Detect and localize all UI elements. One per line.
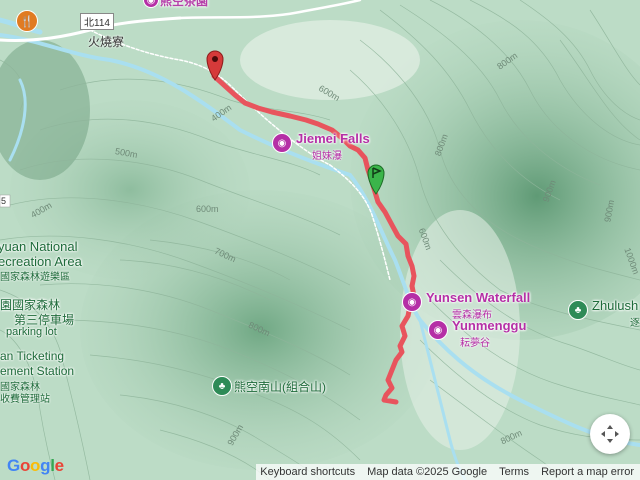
parking-label-en: parking lot — [6, 326, 57, 338]
park-label-zhulush[interactable]: Zhulush — [592, 298, 638, 313]
park-label-line2: ecreation Area — [0, 254, 82, 269]
ticketing-label2: ement Station — [0, 364, 75, 378]
park-label-line1[interactable]: yuan National — [0, 239, 78, 254]
fork-knife-icon[interactable]: 🍴 — [16, 10, 38, 32]
ticketing-label1[interactable]: an Ticketing — [0, 349, 64, 363]
road-shield-bei114: 北114 — [80, 13, 114, 30]
terms-link[interactable]: Terms — [499, 466, 529, 478]
poi-sublabel-jiemei: 姐妹瀑 — [312, 151, 342, 162]
fullscreen-button[interactable] — [590, 414, 630, 454]
google-logo: Google — [7, 456, 64, 475]
report-map-error-link[interactable]: Report a map error — [541, 466, 634, 478]
camera-icon[interactable]: ◉ — [428, 320, 448, 340]
poi-label-top-cut: 熊空茶園 — [160, 0, 209, 8]
ticketing-label4: 收費管理站 — [0, 394, 50, 405]
park-sublabel-zhulush: 逐 — [630, 318, 640, 329]
peak-label[interactable]: 熊空南山(組合山) — [234, 378, 326, 395]
road-edge-label: 5 — [1, 196, 7, 206]
poi-label-jiemei[interactable]: Jiemei Falls — [296, 131, 370, 146]
poi-label-yunmenggu[interactable]: Yunmenggu — [452, 318, 526, 333]
poi-label-yunsen[interactable]: Yunsen Waterfall — [426, 290, 530, 305]
camera-icon[interactable]: ◉ — [272, 133, 292, 153]
elevation-label: 600m — [196, 204, 219, 214]
park-label-line3: 國家森林遊樂區 — [0, 272, 70, 283]
camera-icon[interactable]: ◉ — [402, 292, 422, 312]
map-footer: Keyboard shortcuts Map data ©2025 Google… — [256, 464, 640, 480]
map-canvas[interactable] — [0, 0, 640, 480]
tree-icon[interactable]: ♣ — [212, 376, 232, 396]
keyboard-shortcuts-link[interactable]: Keyboard shortcuts — [260, 466, 355, 478]
village-label: 火燒寮 — [88, 35, 125, 49]
poi-sublabel-yunmenggu: 耘夢谷 — [460, 338, 490, 349]
fullscreen-icon — [601, 425, 619, 443]
tree-icon[interactable]: ♣ — [568, 300, 588, 320]
map-data-attribution: Map data ©2025 Google — [367, 466, 488, 478]
